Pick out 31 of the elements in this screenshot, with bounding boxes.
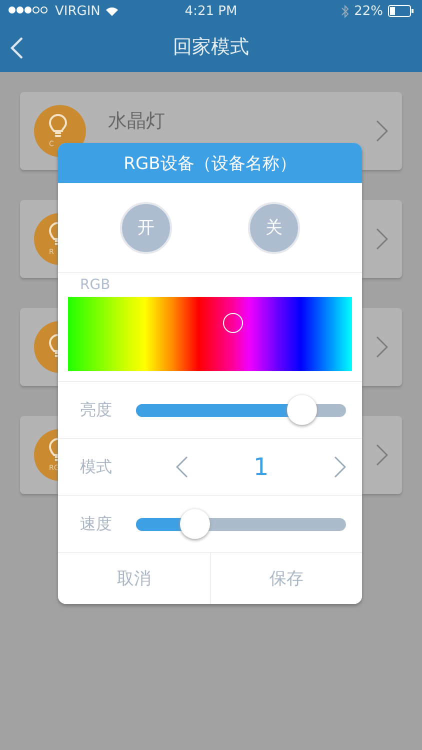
chevron-icon (376, 228, 388, 250)
device-name: 水晶灯 (108, 109, 166, 134)
mode-value: 1 (253, 453, 269, 481)
cancel-button[interactable]: 取消 (58, 553, 210, 604)
dialog-title: RGB设备（设备名称） (58, 143, 362, 183)
rgb-label: RGB (80, 277, 112, 293)
color-spectrum[interactable] (68, 297, 352, 371)
power-button[interactable]: 关 (248, 202, 300, 254)
wifi-icon (105, 6, 120, 16)
slider-label: 速度 (80, 514, 113, 534)
back-icon[interactable] (10, 36, 24, 60)
previous-icon[interactable] (176, 456, 188, 478)
chevron-icon (376, 336, 388, 358)
status-time: 4:21 PM (184, 4, 238, 18)
slider-thumb[interactable] (180, 508, 210, 538)
save-button[interactable]: 保存 (210, 553, 362, 604)
color-picker-marker[interactable] (222, 313, 243, 333)
signal-icon (8, 6, 50, 16)
page-title: 回家模式 (173, 35, 249, 60)
bluetooth-icon (341, 4, 350, 18)
carrier-name: VIRGIN (55, 4, 100, 18)
slider-label: 亮度 (80, 400, 113, 420)
slider-thumb[interactable] (286, 394, 317, 424)
chevron-icon (376, 120, 388, 142)
power-button[interactable]: 开 (120, 202, 172, 254)
battery-icon (388, 5, 414, 17)
battery-percent: 22% (354, 4, 383, 18)
slider[interactable] (136, 509, 346, 539)
slider[interactable] (136, 395, 346, 425)
chevron-icon (376, 444, 388, 466)
next-icon[interactable] (334, 456, 346, 478)
